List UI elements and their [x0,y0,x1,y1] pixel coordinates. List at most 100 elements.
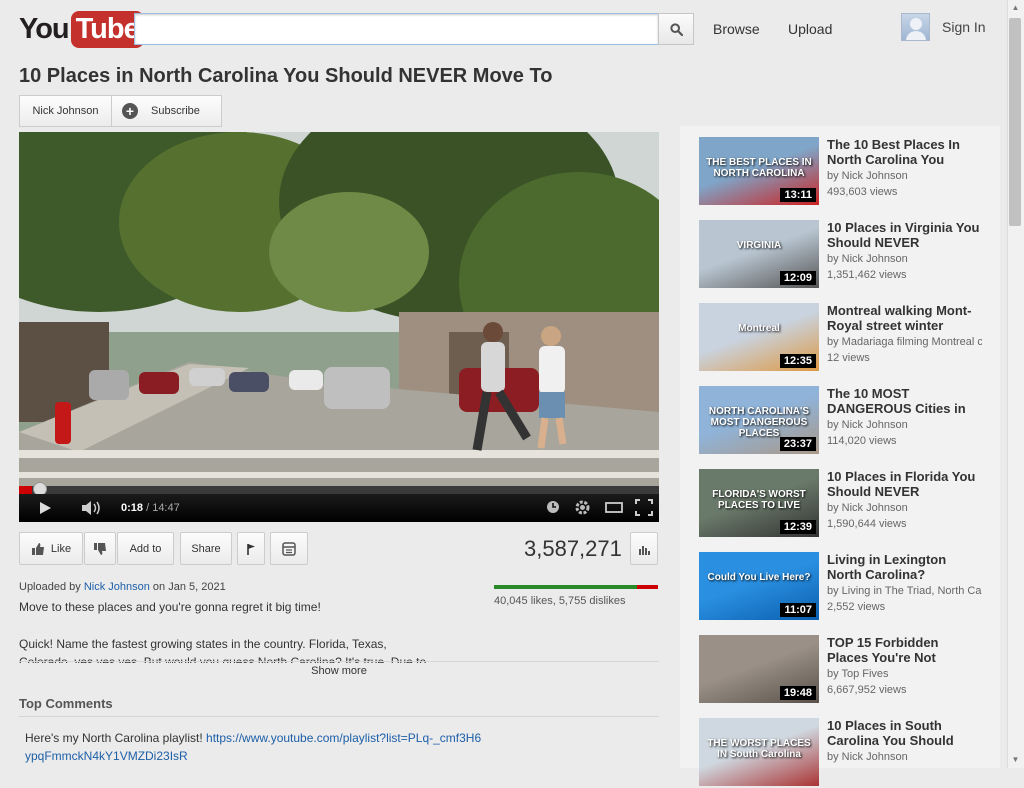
recommended-channel: by Nick Johnson [827,170,908,182]
youtube-logo[interactable]: You Tube [19,10,144,48]
recommended-channel: by Nick Johnson [827,253,908,265]
player-controls [19,494,659,522]
video-frame [19,132,659,522]
video-thumbnail[interactable]: FLORIDA'S WORST PLACES TO LIVE 12:39 [699,469,819,537]
time-current: 0:18 [121,502,144,514]
sign-in-link[interactable]: Sign In [942,19,986,35]
search-input[interactable] [134,13,659,45]
video-thumbnail[interactable]: Could You Live Here? 11:07 [699,552,819,620]
add-to-button[interactable]: Add to [117,532,174,565]
search-button[interactable] [658,13,694,45]
recommended-item[interactable]: THE BEST PLACES IN NORTH CAROLINA 13:11 … [699,137,989,207]
recommended-channel: by Nick Johnson [827,502,908,514]
dislike-button[interactable] [84,532,116,565]
like-label: Like [50,542,72,555]
recommended-item[interactable]: VIRGINIA 12:09 10 Places in Virginia You… [699,220,989,290]
channel-name[interactable]: Nick Johnson [20,96,112,126]
description-line-1: Move to these places and you're gonna re… [19,600,321,614]
recommended-item[interactable]: 19:48 TOP 15 Forbidden Places You're Not… [699,635,989,705]
channel-box: Nick Johnson + Subscribe [19,95,222,127]
progress-track[interactable] [19,486,659,494]
flag-icon [247,543,255,555]
recommended-item[interactable]: THE WORST PLACES IN South Carolina 10 Pl… [699,718,989,788]
upload-link[interactable]: Upload [788,21,832,37]
like-dislike-count: 40,045 likes, 5,755 dislikes [494,595,626,607]
subscribe-button[interactable]: + Subscribe [112,96,221,126]
recommended-item[interactable]: Montreal 12:35 Montreal walking Mont-Roy… [699,303,989,373]
time-display: 0:18 / 14:47 [121,502,180,514]
video-thumbnail[interactable]: THE BEST PLACES IN NORTH CAROLINA 13:11 [699,137,819,205]
recommended-title[interactable]: The 10 Best Places In North Carolina You [827,137,982,167]
video-player[interactable] [19,132,659,522]
scroll-down-arrow[interactable]: ▼ [1007,752,1024,768]
view-count: 3,587,271 [524,536,622,561]
thumbnail-caption: Could You Live Here? [707,572,811,583]
subscribe-label: Subscribe [151,105,200,117]
thumbnail-caption: NORTH CAROLINA'S MOST DANGEROUS PLACES [708,406,810,439]
duration-badge: 12:35 [779,354,816,368]
thumbs-up-icon [31,542,44,555]
recommended-item[interactable]: Could You Live Here? 11:07 Living in Lex… [699,552,989,622]
top-comments-heading: Top Comments [19,696,113,711]
browse-link[interactable]: Browse [713,21,760,37]
time-total: / 14:47 [143,502,180,514]
recommended-title[interactable]: The 10 MOST DANGEROUS Cities in [827,386,982,416]
description-line-2: Quick! Name the fastest growing states i… [19,637,387,651]
recommended-title[interactable]: 10 Places in Virginia You Should NEVER [827,220,982,250]
logo-tube-text: Tube [70,10,144,48]
duration-badge: 11:07 [780,603,816,617]
video-thumbnail[interactable]: NORTH CAROLINA'S MOST DANGEROUS PLACES 2… [699,386,819,454]
volume-icon[interactable] [81,500,103,516]
video-thumbnail[interactable]: 19:48 [699,635,819,703]
video-thumbnail[interactable]: THE WORST PLACES IN South Carolina [699,718,819,786]
upload-info: Uploaded by Nick Johnson on Jan 5, 2021 [19,581,226,593]
search-icon [669,22,683,36]
recommended-views: 12 views [827,352,870,364]
duration-badge: 12:39 [779,520,816,534]
recommended-views: 6,667,952 views [827,684,907,696]
plus-icon: + [122,103,138,119]
upload-date: on Jan 5, 2021 [149,581,226,593]
recommended-views: 2,552 views [827,601,886,613]
bar-chart-icon [639,545,650,555]
recommended-title[interactable]: Montreal walking Mont-Royal street winte… [827,303,982,333]
recommended-views: 493,603 views [827,186,898,198]
gear-icon[interactable] [574,499,591,516]
avatar[interactable] [901,13,930,41]
uploaded-by-label: Uploaded by [19,581,84,593]
duration-badge: 23:37 [779,437,816,451]
video-thumbnail[interactable]: VIRGINIA 12:09 [699,220,819,288]
recommended-channel: by Top Fives [827,668,889,680]
recommended-item[interactable]: FLORIDA'S WORST PLACES TO LIVE 12:39 10 … [699,469,989,539]
thumbs-down-icon [94,542,106,555]
like-button[interactable]: Like [19,532,83,565]
thumbnail-caption: THE WORST PLACES IN South Carolina [707,738,811,760]
transcript-button[interactable] [270,532,308,565]
recommended-channel: by Nick Johnson [827,751,908,763]
recommended-channel: by Madariaga filming Montreal c [827,336,982,348]
play-icon[interactable] [38,501,52,515]
duration-badge: 19:48 [779,686,816,700]
thumbnail-caption: THE BEST PLACES IN NORTH CAROLINA [706,157,812,179]
duration-badge: 12:09 [779,271,816,285]
logo-you-text: You [19,12,70,45]
recommended-title[interactable]: TOP 15 Forbidden Places You're Not [827,635,982,665]
theater-mode-icon[interactable] [605,501,623,514]
recommended-title[interactable]: 10 Places in Florida You Should NEVER [827,469,982,499]
scroll-up-arrow[interactable]: ▲ [1007,0,1024,16]
scrollbar-thumb[interactable] [1009,18,1021,226]
stats-button[interactable] [630,532,658,565]
thumbnail-caption: VIRGINIA [736,240,782,251]
share-button[interactable]: Share [180,532,232,565]
watch-later-icon[interactable] [546,500,560,514]
recommended-item[interactable]: NORTH CAROLINA'S MOST DANGEROUS PLACES 2… [699,386,989,456]
fullscreen-icon[interactable] [635,499,653,516]
show-more-button[interactable]: Show more [19,665,659,677]
flag-button[interactable] [237,532,265,565]
duration-badge: 13:11 [780,188,816,202]
recommended-title[interactable]: Living in Lexington North Carolina? [827,552,982,582]
recommended-title[interactable]: 10 Places in South Carolina You Should [827,718,982,748]
uploader-link[interactable]: Nick Johnson [84,581,150,593]
video-thumbnail[interactable]: Montreal 12:35 [699,303,819,371]
progress-played [19,486,32,494]
